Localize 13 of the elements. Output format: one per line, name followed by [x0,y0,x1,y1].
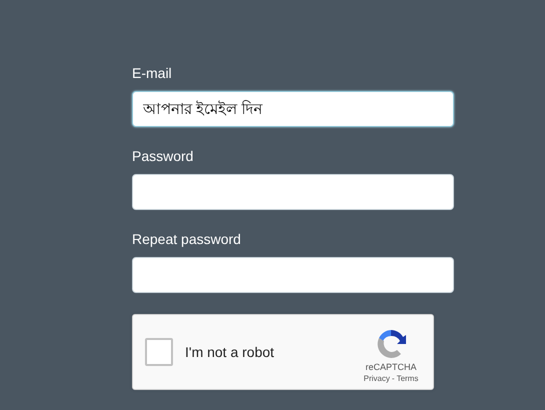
checkbox-label: I'm not a robot [185,344,276,360]
field-label: Password [132,147,194,165]
field-label: E-mail [132,64,173,82]
input-field[interactable] [132,257,454,293]
terms-link[interactable]: Terms [396,374,418,382]
input-field[interactable]: আপনার ইমেইল দিন [132,91,454,127]
privacy-link[interactable]: Privacy [364,374,390,382]
checkbox[interactable] [145,338,173,366]
brand-text: reCAPTCHA [365,362,416,372]
field-label: Repeat password [132,230,242,248]
input-field[interactable] [132,174,454,210]
recaptcha-logo-icon [375,328,407,360]
separator-text: - [392,374,395,382]
